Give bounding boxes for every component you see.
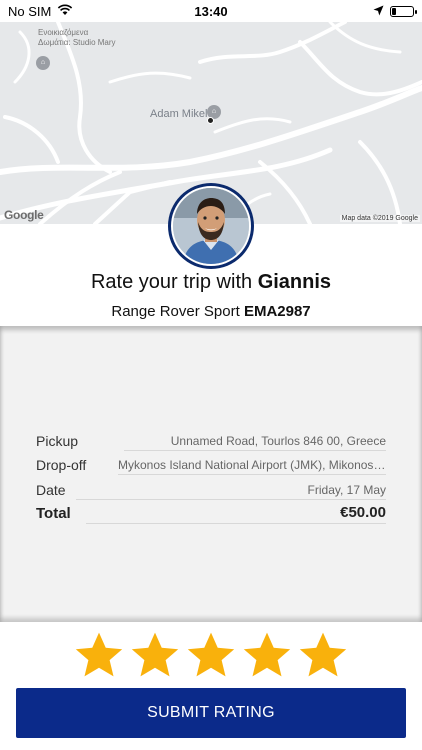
rate-title: Rate your trip with Giannis (0, 271, 422, 294)
star-icon[interactable] (297, 630, 349, 682)
battery-icon (390, 5, 417, 17)
trip-row-value: Friday, 17 May (76, 483, 386, 500)
poi-label: Ενοικιαζόμενα Δωμάτια: Studio Mary (38, 28, 116, 48)
rating-screen: No SIM 13:40 ⌂ Ενοικιαζόμενα Δωμάτια: St… (0, 0, 422, 750)
location-arrow-icon (373, 4, 384, 19)
wifi-icon (57, 4, 73, 19)
rate-title-prefix: Rate your trip with (90, 271, 258, 293)
star-icon[interactable] (73, 630, 125, 682)
google-logo: Google (4, 208, 44, 222)
trip-row-value: Mykonos Island National Airport (JMK), M… (118, 458, 386, 475)
trip-row-label: Date (36, 482, 66, 498)
trip-row-label: Pickup (36, 433, 79, 449)
driver-name: Giannis (257, 271, 332, 293)
trip-row-label: Total (36, 505, 71, 522)
driver-avatar (171, 186, 251, 266)
map-attribution[interactable]: Map data ©2019 Google (339, 215, 420, 222)
trip-row-dropoff: Drop-off Mykonos Island National Airport… (36, 451, 386, 475)
trip-details-panel: Pickup Unnamed Road, Tourlos 846 00, Gre… (0, 326, 422, 622)
map-place-label: Adam Mikele (150, 108, 214, 120)
star-rating (0, 630, 422, 684)
poi-label-line2: Δωμάτια: Studio Mary (38, 38, 116, 47)
car-info: Range Rover Sport EMA2987 (0, 303, 422, 320)
car-model: Range Rover Sport (111, 303, 244, 320)
trip-row-total: Total €50.00 (36, 500, 386, 524)
carrier-label: No SIM (8, 3, 52, 19)
trip-row-pickup: Pickup Unnamed Road, Tourlos 846 00, Gre… (36, 427, 386, 451)
trip-row-value: €50.00 (86, 504, 386, 524)
submit-rating-button[interactable]: SUBMIT RATING (16, 688, 406, 738)
status-bar: No SIM 13:40 (0, 0, 422, 22)
poi-label-line1: Ενοικιαζόμενα (38, 28, 89, 37)
trip-row-value: Unnamed Road, Tourlos 846 00, Greece (124, 434, 386, 451)
car-plate: EMA2987 (243, 303, 311, 320)
hotel-pin-icon[interactable]: ⌂ (36, 56, 50, 70)
driver-avatar-frame (168, 183, 254, 269)
trip-row-label: Drop-off (36, 457, 87, 473)
star-icon[interactable] (185, 630, 237, 682)
status-right (373, 4, 417, 19)
status-left: No SIM (8, 4, 73, 19)
location-marker-icon (207, 117, 214, 124)
star-icon[interactable] (129, 630, 181, 682)
battery-level (392, 7, 396, 15)
driver-photo (173, 188, 249, 264)
star-icon[interactable] (241, 630, 293, 682)
trip-row-date: Date Friday, 17 May (36, 476, 386, 500)
